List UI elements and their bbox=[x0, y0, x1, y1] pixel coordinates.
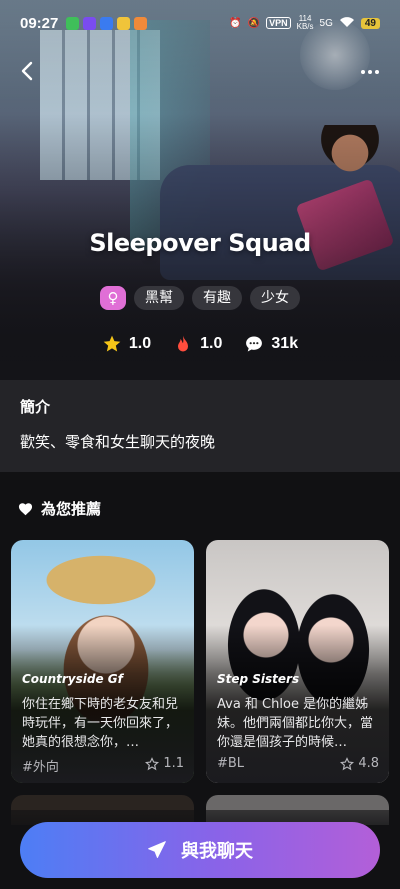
battery-indicator: 49 bbox=[360, 17, 380, 29]
app-icon bbox=[100, 16, 114, 30]
card-tag: #外向 bbox=[22, 760, 59, 775]
more-button[interactable] bbox=[358, 60, 382, 86]
card-title: Step Sisters bbox=[217, 672, 300, 686]
play-icon bbox=[66, 16, 80, 30]
more-dots-icon bbox=[361, 70, 379, 74]
card-description: 你住在鄉下時的老女友和兒時玩伴，有一天你回來了，她真的很想念你，… bbox=[22, 697, 179, 750]
rating-value: 1.0 bbox=[128, 335, 152, 352]
star-icon bbox=[103, 335, 121, 352]
popularity-value: 1.0 bbox=[200, 335, 223, 352]
wifi-icon bbox=[339, 16, 355, 31]
alarm-icon: ⏰ bbox=[229, 17, 242, 29]
tag-chip[interactable]: 少女 bbox=[250, 286, 300, 310]
status-time: 09:27 bbox=[20, 14, 59, 32]
card-rating: 4.8 bbox=[340, 756, 379, 771]
stats-row: 1.0 1.0 31k bbox=[0, 334, 400, 354]
tag-chip[interactable]: 有趣 bbox=[192, 286, 242, 310]
app-icon bbox=[117, 16, 131, 30]
card-rating-value: 1.1 bbox=[163, 756, 184, 771]
card-title: Countryside Gf bbox=[22, 672, 123, 686]
mute-icon: 🔕 bbox=[247, 17, 261, 29]
net-speed-unit: KB/s bbox=[296, 22, 314, 31]
send-icon bbox=[148, 841, 166, 858]
chat-bubble-icon bbox=[246, 336, 263, 352]
net-speed: 114 KB/s bbox=[297, 15, 314, 31]
female-icon: ♀ bbox=[100, 286, 126, 310]
vpn-badge: VPN bbox=[266, 17, 291, 29]
chats-stat: 31k bbox=[244, 334, 298, 354]
status-indicators: ⏰ 🔕 VPN 114 KB/s 5G 49 bbox=[229, 15, 380, 31]
recommend-card[interactable]: Countryside Gf 你住在鄉下時的老女友和兒時玩伴，有一天你回來了，她… bbox=[11, 540, 194, 783]
recommend-cards: Countryside Gf 你住在鄉下時的老女友和兒時玩伴，有一天你回來了，她… bbox=[11, 540, 389, 783]
network-type: 5G bbox=[319, 17, 333, 29]
chevron-left-icon bbox=[21, 61, 33, 81]
star-outline-icon bbox=[340, 756, 355, 770]
tag-chip[interactable]: 黑幫 bbox=[134, 286, 184, 310]
intro-text: 歡笑、零食和女生聊天的夜晚 bbox=[20, 433, 216, 451]
hero-gradient bbox=[0, 0, 400, 380]
tag-list: ♀ 黑幫 有趣 少女 bbox=[0, 286, 400, 310]
status-bar: 09:27 ⏰ 🔕 VPN 114 KB/s 5G 49 bbox=[0, 10, 400, 36]
fire-icon bbox=[178, 335, 189, 352]
hero-image bbox=[0, 0, 400, 380]
card-rating: 1.1 bbox=[145, 756, 184, 771]
card-description: Ava 和 Chloe 是你的繼姊妹。他們兩個都比你大，當你還是個孩子的時候… bbox=[217, 697, 374, 750]
recommend-card[interactable]: Step Sisters Ava 和 Chloe 是你的繼姊妹。他們兩個都比你大… bbox=[206, 540, 389, 783]
chats-value: 31k bbox=[271, 335, 299, 352]
back-button[interactable] bbox=[20, 60, 44, 86]
notification-icons bbox=[66, 16, 148, 30]
app-icon bbox=[134, 16, 148, 30]
intro-section: 簡介 歡笑、零食和女生聊天的夜晚 bbox=[0, 380, 400, 472]
popularity-stat: 1.0 bbox=[173, 334, 222, 354]
intro-heading: 簡介 bbox=[20, 398, 51, 416]
star-outline-icon bbox=[145, 756, 160, 770]
chat-button-label: 與我聊天 bbox=[181, 841, 253, 862]
character-name: Sleepover Squad bbox=[89, 229, 311, 257]
recommend-heading: 為您推薦 bbox=[18, 498, 101, 519]
chat-with-me-button[interactable]: 與我聊天 bbox=[20, 822, 380, 878]
card-rating-value: 4.8 bbox=[358, 756, 379, 771]
card-tag: #BL bbox=[217, 756, 245, 771]
recommend-heading-label: 為您推薦 bbox=[41, 500, 102, 518]
top-bar bbox=[0, 58, 400, 88]
heart-icon bbox=[18, 502, 33, 515]
app-icon bbox=[83, 16, 97, 30]
rating-stat: 1.0 bbox=[102, 334, 151, 354]
